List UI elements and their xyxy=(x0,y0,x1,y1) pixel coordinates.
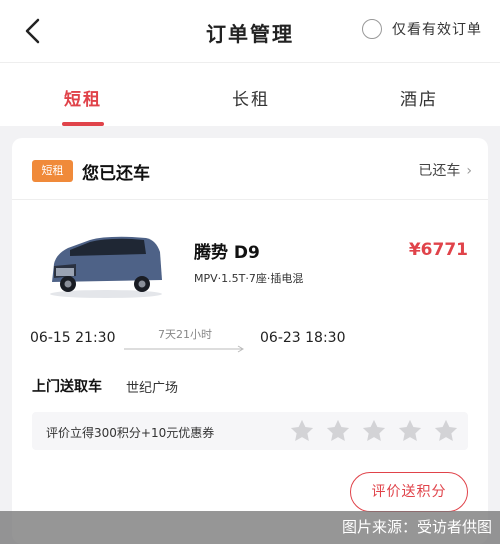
car-name: 腾势 D9 xyxy=(194,243,260,263)
rental-duration: 7天21小时 xyxy=(158,328,212,341)
valid-orders-label: 仅看有效订单 xyxy=(392,22,482,38)
top-bar: 订单管理 仅看有效订单 xyxy=(0,0,500,62)
order-status-label: 已还车 xyxy=(418,163,461,179)
order-type-badge: 短租 xyxy=(32,160,73,182)
star-icon[interactable] xyxy=(432,417,460,445)
service-location: 世纪广场 xyxy=(126,381,179,396)
star-icon[interactable] xyxy=(360,417,388,445)
image-credit: 图片来源：受访者供图 xyxy=(0,511,500,544)
star-icon[interactable] xyxy=(288,417,316,445)
car-spec: MPV·1.5T·7座·插电混 xyxy=(194,272,304,285)
active-tab-indicator xyxy=(62,122,104,126)
chevron-right-icon: › xyxy=(466,163,472,179)
return-time: 06-23 18:30 xyxy=(260,330,346,346)
radio-icon[interactable] xyxy=(362,19,382,39)
star-icon[interactable] xyxy=(396,417,424,445)
rating-prompt: 评价立得300积分+10元优惠券 xyxy=(46,426,215,440)
tab-long-rental[interactable]: 长租 xyxy=(232,85,270,110)
order-status-link[interactable]: 已还车 › xyxy=(418,160,472,180)
order-card[interactable]: 短租 您已还车 已还车 › 腾势 D9 MPV·1.5T·7座·插电混 ¥6771… xyxy=(12,138,488,544)
tab-bar: 短租 长租 酒店 xyxy=(0,62,500,126)
service-label: 上门送取车 xyxy=(32,379,102,395)
pickup-time: 06-15 21:30 xyxy=(30,330,116,346)
arrow-right-icon xyxy=(124,345,244,353)
star-rating[interactable] xyxy=(288,417,468,445)
order-price: ¥6771 xyxy=(408,240,468,260)
valid-orders-toggle[interactable]: 仅看有效订单 xyxy=(362,19,482,39)
tab-hotel[interactable]: 酒店 xyxy=(400,85,438,110)
rate-button[interactable]: 评价送积分 xyxy=(350,472,468,512)
rating-box: 评价立得300积分+10元优惠券 xyxy=(32,412,468,450)
order-status-title: 您已还车 xyxy=(82,164,150,184)
star-icon[interactable] xyxy=(324,417,352,445)
order-card-header: 短租 您已还车 已还车 › xyxy=(12,138,488,200)
car-icon xyxy=(46,230,166,300)
tab-short-rental[interactable]: 短租 xyxy=(64,85,102,110)
